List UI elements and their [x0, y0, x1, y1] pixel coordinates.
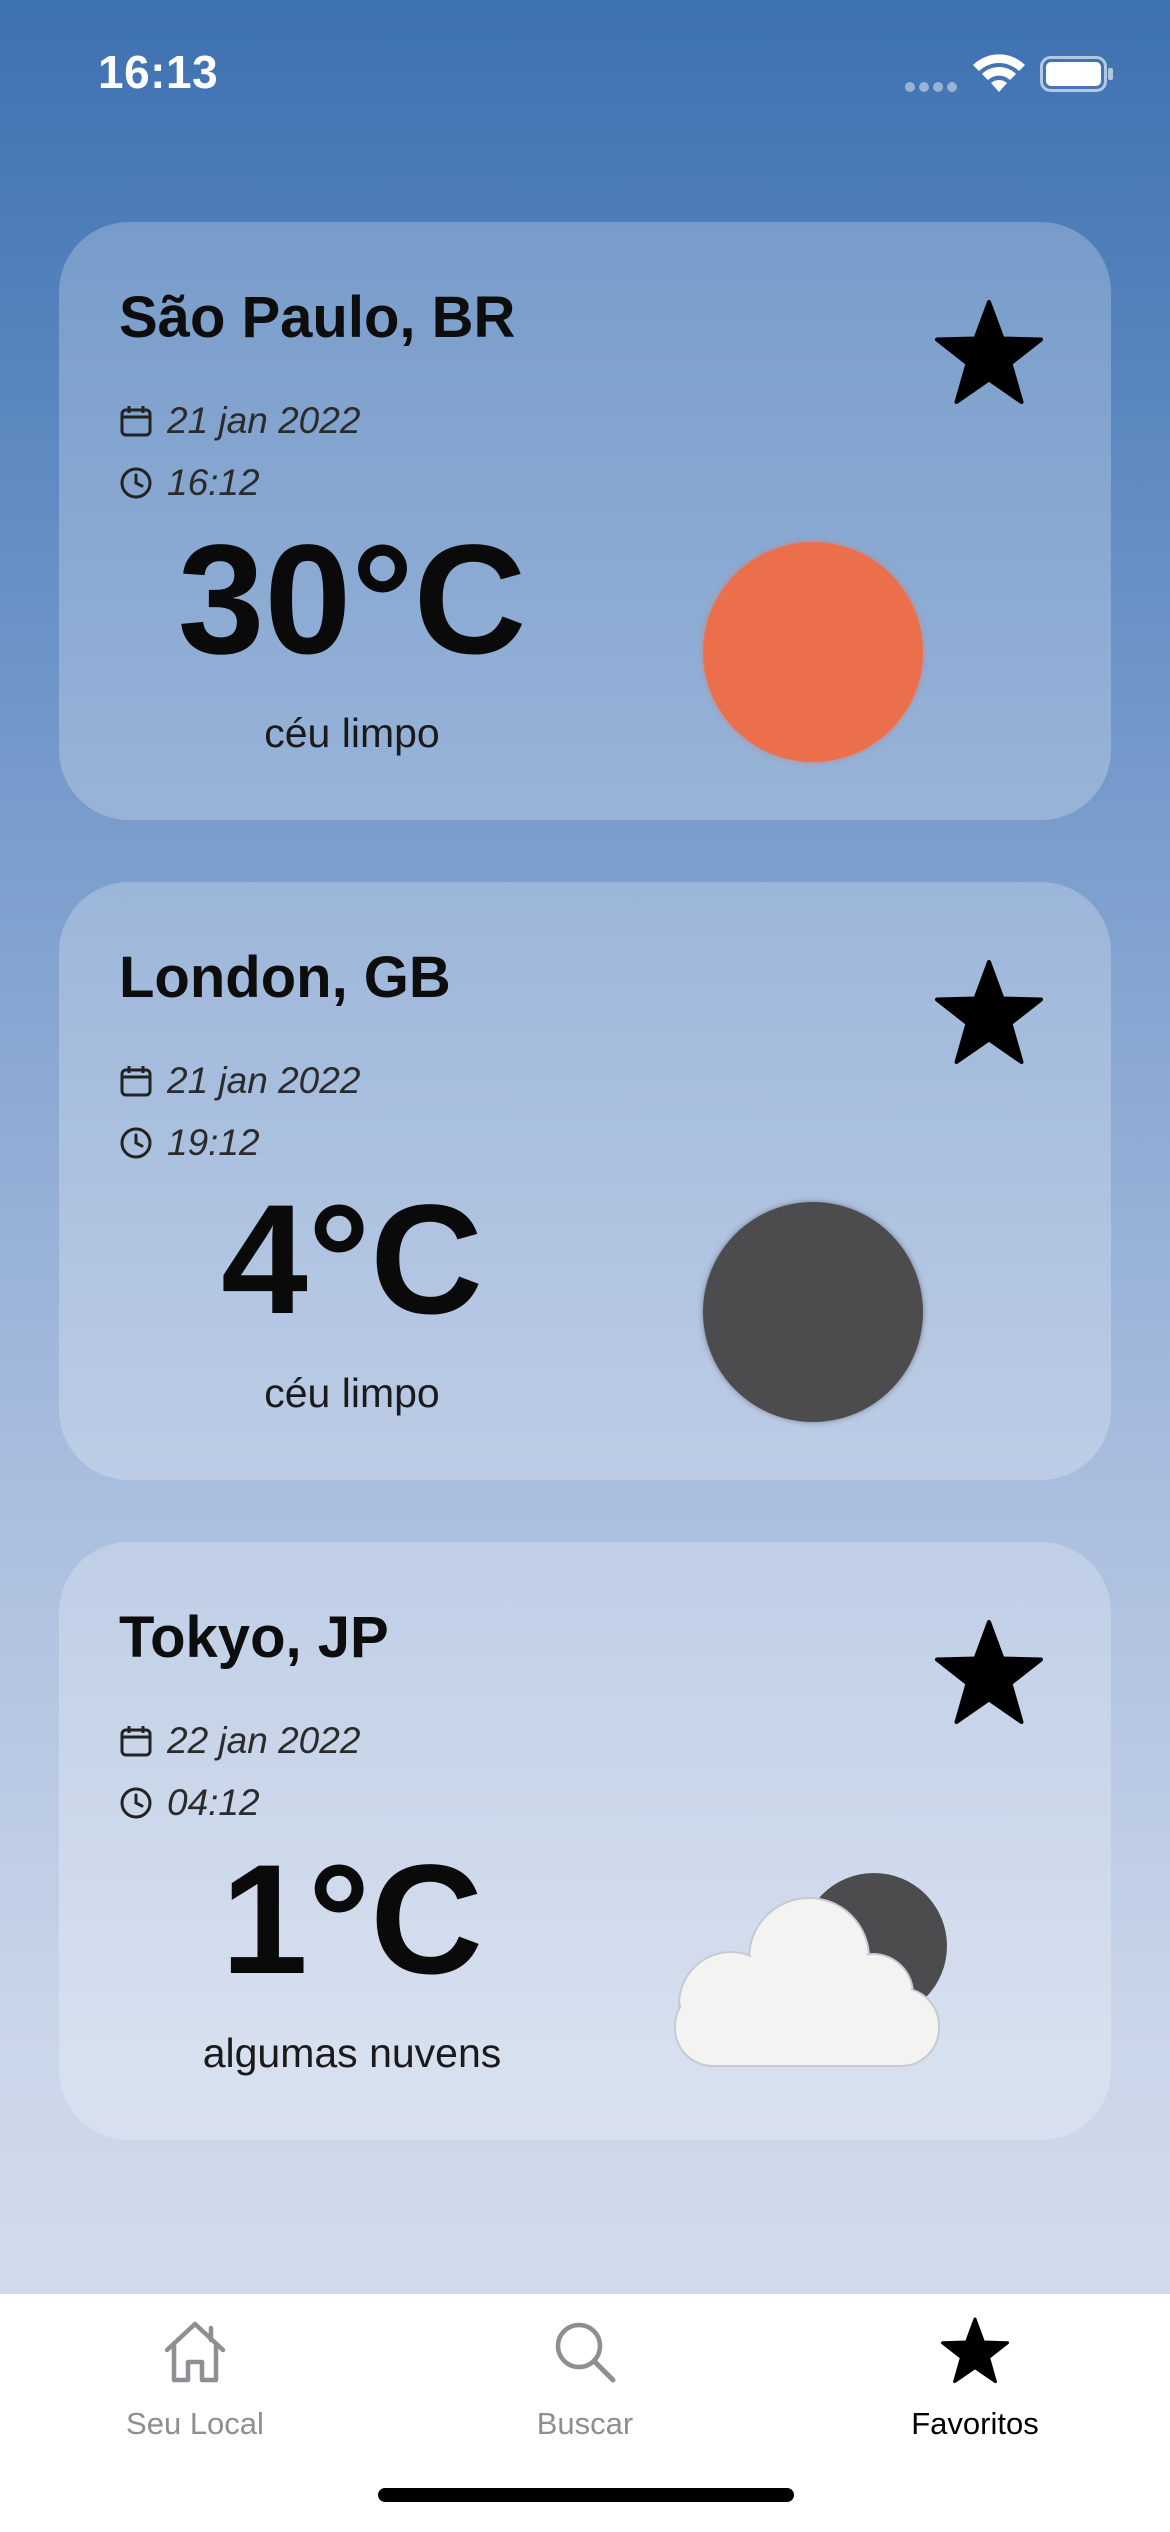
- date-text: 22 jan 2022: [167, 1720, 361, 1761]
- time-row: 04:12: [119, 1782, 260, 1824]
- time-row: 16:12: [119, 462, 260, 504]
- calendar-icon: [120, 406, 152, 437]
- home-indicator: [378, 2488, 794, 2502]
- star-icon: [941, 2317, 1009, 2384]
- time-text: 04:12: [167, 1782, 260, 1823]
- search-icon: [555, 2322, 616, 2383]
- time-text: 19:12: [167, 1122, 260, 1163]
- weather-description: céu limpo: [264, 710, 440, 756]
- favorite-star-icon[interactable]: [931, 298, 1047, 410]
- moon-icon: [703, 1202, 923, 1422]
- home-icon: [164, 2321, 226, 2383]
- sun-icon: [703, 542, 923, 762]
- city-name: Tokyo, JP: [119, 1605, 389, 1670]
- calendar-icon: [120, 1726, 152, 1757]
- favorite-star-icon[interactable]: [931, 1618, 1047, 1730]
- wifi-icon: [973, 54, 1025, 92]
- city-card[interactable]: Tokyo, JP 22 jan 2022 04:12 1°C algumas …: [59, 1542, 1111, 2140]
- temperature: 30°C: [177, 513, 527, 687]
- city-card[interactable]: London, GB 21 jan 2022 19:12 4°C céu lim…: [59, 882, 1111, 1480]
- time-row: 19:12: [119, 1122, 260, 1164]
- date-text: 21 jan 2022: [167, 400, 361, 441]
- temperature: 1°C: [221, 1833, 483, 2007]
- tab-buscar[interactable]: Buscar: [390, 2294, 780, 2464]
- calendar-icon: [120, 1066, 152, 1097]
- tab-label: Seu Local: [126, 2406, 264, 2441]
- time-text: 16:12: [167, 462, 260, 503]
- favorite-star-icon[interactable]: [931, 958, 1047, 1070]
- weather-description: algumas nuvens: [202, 2030, 502, 2076]
- tab-favoritos[interactable]: Favoritos: [780, 2294, 1170, 2464]
- battery-icon: [1040, 56, 1113, 92]
- date-row: 22 jan 2022: [119, 1720, 360, 1762]
- weather-description: céu limpo: [264, 1370, 440, 1416]
- city-name: London, GB: [119, 945, 451, 1010]
- cellular-signal-icon: [905, 82, 957, 92]
- date-row: 21 jan 2022: [119, 400, 360, 442]
- tab-seu-local[interactable]: Seu Local: [0, 2294, 390, 2464]
- date-row: 21 jan 2022: [119, 1060, 360, 1102]
- tab-label: Favoritos: [911, 2406, 1039, 2441]
- tab-label: Buscar: [536, 2406, 634, 2441]
- cloud-night-icon: [674, 1873, 947, 2067]
- clock-icon: [120, 1127, 152, 1159]
- status-bar: 16:13: [0, 0, 1170, 150]
- temperature: 4°C: [221, 1173, 483, 1347]
- city-name: São Paulo, BR: [119, 285, 516, 350]
- city-card[interactable]: São Paulo, BR 21 jan 2022 16:12 30°C céu…: [59, 222, 1111, 820]
- clock-icon: [120, 1787, 152, 1819]
- clock-icon: [120, 467, 152, 499]
- status-time: 16:13: [98, 46, 219, 98]
- date-text: 21 jan 2022: [167, 1060, 361, 1101]
